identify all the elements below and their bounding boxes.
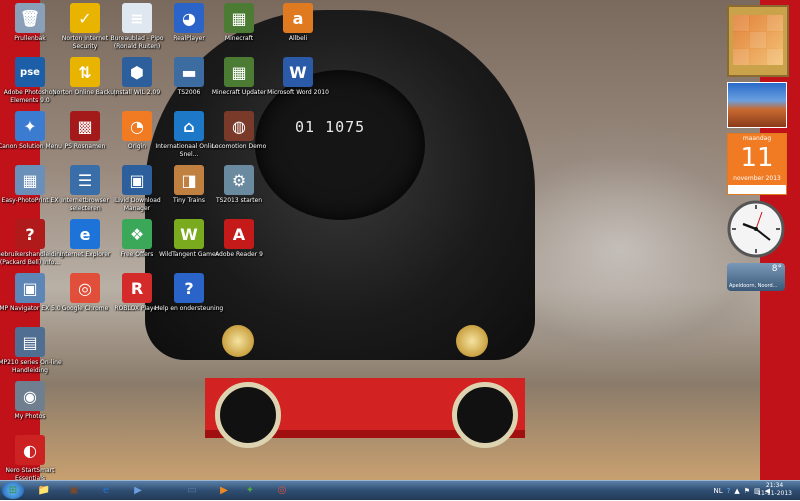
download-manager-icon: ▣ (122, 165, 152, 195)
calendar-icon: ▣ (69, 485, 79, 496)
my-photos-shortcut[interactable]: ◉ My Photos (0, 381, 65, 421)
network-taskbar-button[interactable]: ✦ (236, 482, 264, 499)
word-shortcut[interactable]: W Microsoft Word 2010 (263, 57, 333, 97)
my-photos-icon: ◉ (15, 381, 45, 411)
lamp-right (456, 325, 488, 357)
shortcut-label: TS2013 starten (215, 197, 263, 204)
puzzle-grid (733, 15, 783, 65)
locomotive-number-plate: 01 1075 (295, 118, 366, 136)
network-icon: ✦ (245, 485, 255, 496)
help-icon: ? (15, 219, 45, 249)
slideshow-gadget[interactable] (727, 82, 787, 128)
allbeli-icon: a (283, 3, 313, 33)
calendar-taskbar-button[interactable]: ▣ (60, 482, 88, 499)
shortcut-label: Locomotion Demo (211, 143, 267, 150)
chrome-taskbar-button[interactable]: ◎ (268, 482, 296, 499)
locomotion-shortcut[interactable]: ◍ Locomotion Demo (204, 111, 274, 151)
window-taskbar-button[interactable]: ▭ (178, 482, 206, 499)
origin-icon: ◔ (122, 111, 152, 141)
tiny-trains-icon: ◨ (174, 165, 204, 195)
internationaal-icon: ⌂ (174, 111, 204, 141)
media-player-icon: ▶ (134, 485, 142, 496)
allbeli-shortcut[interactable]: a Allbeli (263, 3, 333, 43)
roblox-icon: R (122, 273, 152, 303)
start-button[interactable]: ⊞ (2, 482, 24, 499)
shortcut-label: My Photos (14, 413, 46, 420)
gadget-sidebar: maandag 11 november 2013 8° Apeldoorn, N… (727, 5, 789, 296)
help-icon[interactable]: ? (727, 487, 731, 495)
norton-icon: ✓ (70, 3, 100, 33)
weather-gadget[interactable]: 8° Apeldoorn, Noord... (727, 263, 785, 291)
ps-icon: ▩ (70, 111, 100, 141)
ie-icon: e (102, 485, 110, 496)
recycle-bin-icon: 🗑 (15, 3, 45, 33)
help-support-shortcut[interactable]: ? Help en ondersteuning (154, 273, 224, 313)
desktop: 01 1075 🗑 Prullenbak pse Adobe Photoshop El… (0, 0, 800, 480)
shortcut-label: MP210 series On-line Handleiding (0, 359, 62, 374)
clock-date: 11-11-2013 (757, 490, 792, 497)
adobe-reader-icon: A (224, 219, 254, 249)
minecraft-updater-icon: ▦ (224, 57, 254, 87)
ts2006-icon: ▬ (174, 57, 204, 87)
media-player-taskbar-button[interactable]: ▶ (124, 482, 152, 499)
wildtangent-icon: W (174, 219, 204, 249)
media-center-icon: ▶ (220, 485, 228, 496)
explorer-icon: 📁 (37, 485, 51, 496)
explorer-taskbar-button[interactable]: 📁 (30, 482, 58, 499)
realplayer-icon: ◕ (174, 3, 204, 33)
shortcut-label: Allbeli (288, 35, 308, 42)
calendar-day-name: maandag (728, 134, 786, 143)
clock-gadget[interactable] (727, 200, 785, 258)
buffer-right (452, 382, 518, 448)
document-icon: ≡ (122, 3, 152, 33)
flag-icon[interactable]: ⚑ (744, 487, 750, 495)
manual-icon: ▤ (15, 327, 45, 357)
puzzle-gadget[interactable] (727, 5, 789, 77)
chevron-up-icon[interactable]: ▲ (734, 487, 739, 495)
ts2013-icon: ⚙ (224, 165, 254, 195)
shortcut-label: Nero StartSmart Essentials (5, 467, 55, 480)
buffer-left (215, 382, 281, 448)
weather-temperature: 8° (771, 264, 782, 274)
chrome-icon: ◎ (70, 273, 100, 303)
photoshop-icon: pse (15, 57, 45, 87)
lamp-left (222, 325, 254, 357)
language-indicator[interactable]: NL (713, 487, 722, 495)
shortcut-label: Help en ondersteuning (154, 305, 224, 312)
window-icon: ▭ (187, 485, 197, 496)
calendar-month-year: november 2013 (728, 173, 786, 185)
gift-icon: ❖ (122, 219, 152, 249)
ie-taskbar-button[interactable]: e (92, 482, 120, 499)
word-icon: W (283, 57, 313, 87)
shortcut-label: Adobe Reader 9 (215, 251, 263, 258)
browser-select-icon: ☰ (70, 165, 100, 195)
weather-location: Apeldoorn, Noord... (729, 283, 778, 289)
chrome-icon: ◎ (277, 485, 287, 496)
help-support-icon: ? (174, 273, 204, 303)
install-icon: ⬢ (122, 57, 152, 87)
taskbar: ⊞ 📁 ▣ e ▶ ▭ ▶ ✦ ◎ NL ? ▲ ⚑ ▥ ◀ 21:34 11-11-2013 (0, 480, 800, 500)
norton-backup-icon: ⇅ (70, 57, 100, 87)
clock-face-icon (727, 200, 785, 258)
clock-time: 21:34 (765, 482, 784, 489)
mp-navigator-icon: ▣ (15, 273, 45, 303)
ie-icon: e (70, 219, 100, 249)
nero-icon: ◐ (15, 435, 45, 465)
media-center-taskbar-button[interactable]: ▶ (210, 482, 238, 499)
minecraft-icon: ▦ (224, 3, 254, 33)
locomotion-icon: ◍ (224, 111, 254, 141)
taskbar-clock[interactable]: 21:34 11-11-2013 (757, 482, 792, 498)
start-icon: ⊞ (8, 485, 18, 496)
canon-icon: ✦ (15, 111, 45, 141)
manual-shortcut[interactable]: ▤ MP210 series On-line Handleiding (0, 327, 65, 374)
ts2013-shortcut[interactable]: ⚙ TS2013 starten (204, 165, 274, 205)
nero-shortcut[interactable]: ◐ Nero StartSmart Essentials (0, 435, 65, 480)
calendar-gadget[interactable]: maandag 11 november 2013 (727, 133, 787, 195)
shortcut-label: Microsoft Word 2010 (267, 89, 329, 96)
calendar-day-number: 11 (728, 143, 786, 173)
adobe-reader-shortcut[interactable]: A Adobe Reader 9 (204, 219, 274, 259)
photoprint-icon: ▦ (15, 165, 45, 195)
